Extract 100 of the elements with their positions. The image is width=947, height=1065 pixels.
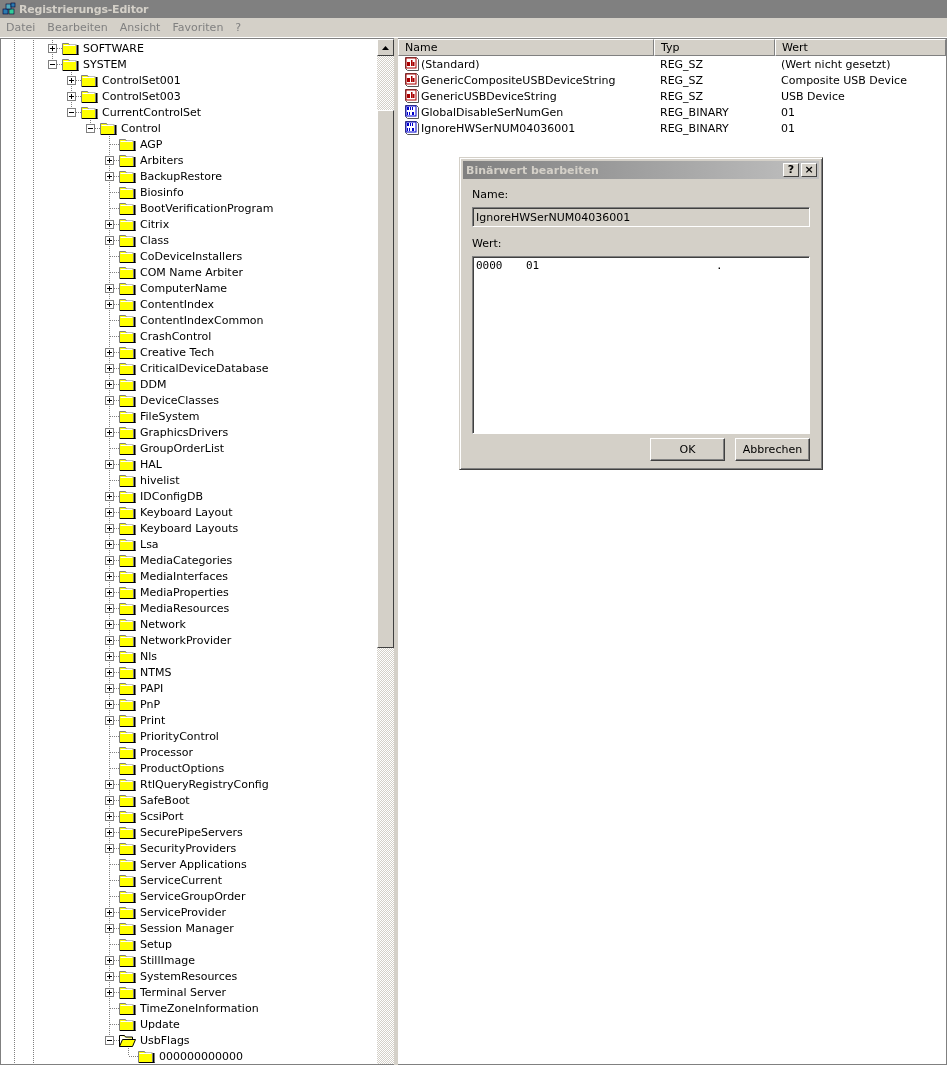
tree-item[interactable]: Control [121,121,161,135]
tree-item[interactable]: MediaCategories [140,553,233,567]
value-name[interactable]: IgnoreHWSerNUM04036001 [421,121,576,135]
tree-item[interactable]: MediaResources [140,601,230,615]
tree-item[interactable]: TimeZoneInformation [140,1001,259,1015]
tree-item[interactable]: MediaProperties [140,585,229,599]
collapse-toggle[interactable] [48,60,57,69]
tree-item[interactable]: BootVerificationProgram [140,201,274,215]
tree-item[interactable]: ScsiPort [140,809,184,823]
expand-toggle[interactable] [105,796,114,805]
tree-item[interactable]: ServiceProvider [140,905,226,919]
tree-item[interactable]: CrashControl [140,329,212,343]
tree-item[interactable]: Update [140,1017,180,1031]
value-name[interactable]: GenericUSBDeviceString [421,89,557,103]
tree-item[interactable]: ProductOptions [140,761,225,775]
expand-toggle[interactable] [105,924,114,933]
tree-item[interactable]: SystemResources [140,969,238,983]
tree-item[interactable]: GroupOrderList [140,441,224,455]
expand-toggle[interactable] [105,348,114,357]
tree-item[interactable]: ComputerName [140,281,228,295]
tree-item[interactable]: FileSystem [140,409,200,423]
tree-item[interactable]: RtlQueryRegistryConfig [140,777,269,791]
expand-toggle[interactable] [105,428,114,437]
tree-item[interactable]: Nls [140,649,157,663]
expand-toggle[interactable] [105,668,114,677]
expand-toggle[interactable] [105,460,114,469]
ok-button[interactable]: OK [650,438,725,461]
tree-item[interactable]: Print [140,713,166,727]
tree-item[interactable]: NetworkProvider [140,633,232,647]
tree-item[interactable]: ContentIndex [140,297,215,311]
expand-toggle[interactable] [105,812,114,821]
expand-toggle[interactable] [105,684,114,693]
tree-item[interactable]: MediaInterfaces [140,569,229,583]
expand-toggle[interactable] [105,908,114,917]
value-name[interactable]: (Standard) [421,57,480,71]
expand-toggle[interactable] [48,44,57,53]
expand-toggle[interactable] [67,76,76,85]
expand-toggle[interactable] [67,92,76,101]
expand-toggle[interactable] [105,572,114,581]
hex-editor-field[interactable]: 0000 01 . [472,256,810,434]
expand-toggle[interactable] [105,556,114,565]
tree-item[interactable]: Lsa [140,537,159,551]
expand-toggle[interactable] [105,652,114,661]
tree-item[interactable]: CriticalDeviceDatabase [140,361,269,375]
tree-item[interactable]: Keyboard Layout [140,505,233,519]
tree-item[interactable]: Creative Tech [140,345,215,359]
tree-item[interactable]: Setup [140,937,173,951]
expand-toggle[interactable] [105,620,114,629]
tree-item[interactable]: Arbiters [140,153,184,167]
tree-item[interactable]: GraphicsDrivers [140,425,229,439]
expand-toggle[interactable] [105,604,114,613]
tree-item[interactable]: Keyboard Layouts [140,521,239,535]
collapse-toggle[interactable] [67,108,76,117]
expand-toggle[interactable] [105,284,114,293]
tree-item[interactable]: HAL [140,457,162,471]
expand-toggle[interactable] [105,300,114,309]
expand-toggle[interactable] [105,236,114,245]
collapse-toggle[interactable] [105,1036,114,1045]
expand-toggle[interactable] [105,156,114,165]
value-name[interactable]: GenericCompositeUSBDeviceString [421,73,616,87]
scroll-thumb[interactable] [377,110,394,648]
scroll-up-button[interactable] [377,39,394,56]
expand-toggle[interactable] [105,828,114,837]
expand-toggle[interactable] [105,524,114,533]
tree-item[interactable]: ControlSet003 [102,89,181,103]
tree-item[interactable]: StillImage [140,953,195,967]
expand-toggle[interactable] [105,988,114,997]
tree-item[interactable]: SOFTWARE [83,41,144,55]
tree-item[interactable]: SYSTEM [83,57,127,71]
expand-toggle[interactable] [105,956,114,965]
tree-item[interactable]: BackupRestore [140,169,223,183]
expand-toggle[interactable] [105,540,114,549]
tree-item[interactable]: Terminal Server [140,985,227,999]
tree-item[interactable]: Class [140,233,169,247]
expand-toggle[interactable] [105,780,114,789]
expand-toggle[interactable] [105,844,114,853]
tree-item[interactable]: 000000000000 [159,1049,243,1063]
tree-item[interactable]: COM Name Arbiter [140,265,243,279]
tree-item[interactable]: Citrix [140,217,170,231]
tree-item[interactable]: IDConfigDB [140,489,204,503]
tree-item[interactable]: CurrentControlSet [102,105,202,119]
column-header[interactable]: Typ [654,39,775,56]
tree-item[interactable]: PAPI [140,681,164,695]
expand-toggle[interactable] [105,172,114,181]
tree-item[interactable]: AGP [140,137,163,151]
expand-toggle[interactable] [105,380,114,389]
scrollbar[interactable] [377,39,394,1064]
expand-toggle[interactable] [105,588,114,597]
tree-item[interactable]: DeviceClasses [140,393,220,407]
tree-item[interactable]: SafeBoot [140,793,190,807]
tree-item[interactable]: Session Manager [140,921,234,935]
tree-item[interactable]: hivelist [140,473,180,487]
help-button[interactable]: ? [783,163,799,177]
expand-toggle[interactable] [105,220,114,229]
expand-toggle[interactable] [105,492,114,501]
expand-toggle[interactable] [105,636,114,645]
tree-item[interactable]: Server Applications [140,857,247,871]
tree-item[interactable]: CoDeviceInstallers [140,249,243,263]
name-field[interactable]: IgnoreHWSerNUM04036001 [472,207,810,227]
tree-item[interactable]: Biosinfo [140,185,184,199]
